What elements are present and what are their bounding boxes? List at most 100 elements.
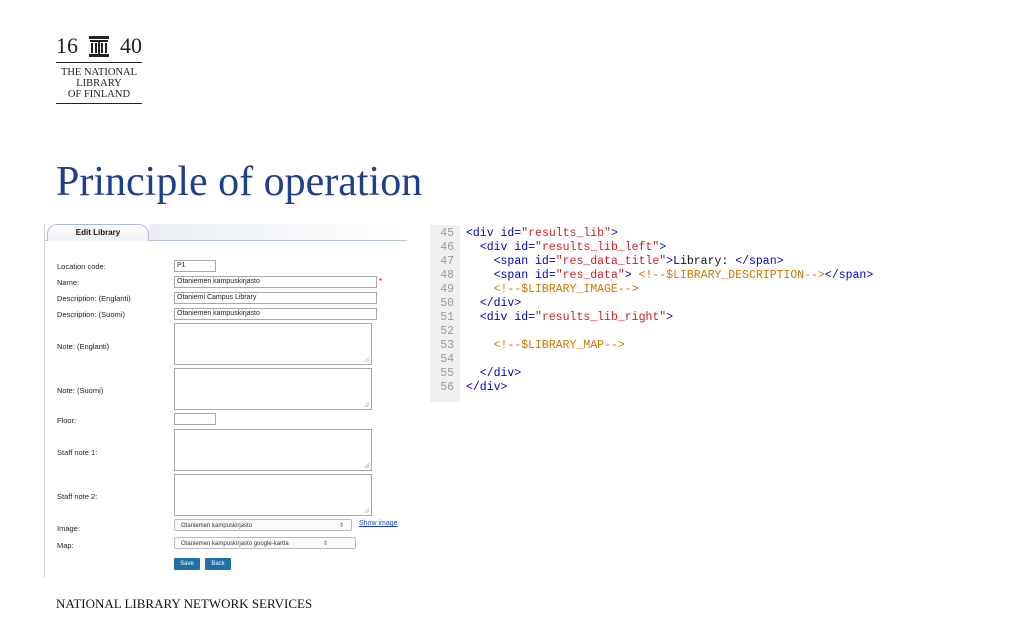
code-token: <div xyxy=(479,241,515,254)
note-en-label: Note: (Englanti) xyxy=(57,342,110,351)
line-number: 52 xyxy=(440,325,454,338)
code-token: <!--$LIBRARY_MAP--> xyxy=(493,339,625,352)
code-token: > xyxy=(666,311,674,324)
line-number: 45 xyxy=(440,227,454,240)
logo-line-3: OF FINLAND xyxy=(67,89,131,100)
code-token: </div> xyxy=(466,381,508,394)
code-line: 52 xyxy=(430,326,466,338)
code-line: 53 <!--$LIBRARY_MAP--> xyxy=(430,340,625,352)
code-token: id= xyxy=(535,269,556,282)
save-button[interactable]: Save xyxy=(174,558,200,570)
code-token: id= xyxy=(514,241,536,254)
line-number: 54 xyxy=(440,353,454,366)
line-number: 46 xyxy=(440,241,454,254)
logo-year-left: 16 xyxy=(56,33,78,58)
code-token: "res_data_title" xyxy=(555,255,667,268)
dropdown-arrow-icon: ⇕ xyxy=(339,523,345,529)
line-number: 48 xyxy=(440,269,454,282)
staff-note-2-label: Staff note 2: xyxy=(57,492,98,501)
required-mark: * xyxy=(379,277,383,286)
code-token: <span xyxy=(493,269,536,282)
code-line: 54 xyxy=(430,354,466,366)
line-number: 51 xyxy=(440,311,454,324)
line-number: 53 xyxy=(440,339,454,352)
code-token: <div xyxy=(466,227,501,240)
description-en-label: Description: (Englanti) xyxy=(57,294,131,303)
location-code-label: Location code: xyxy=(57,262,106,271)
show-image-link[interactable]: Show image xyxy=(359,520,398,527)
code-token: > xyxy=(659,241,667,254)
resize-grip-icon[interactable] xyxy=(363,462,369,468)
national-library-logo: 16 40 THE NATIONAL LIBRARY OF FINLAND xyxy=(56,30,142,104)
code-token: </div> xyxy=(479,367,522,380)
logo-text: THE NATIONAL LIBRARY OF FINLAND xyxy=(56,63,142,104)
note-fi-textarea[interactable] xyxy=(174,368,372,410)
note-fi-label: Note: (Suomi) xyxy=(57,386,104,395)
code-line: 47 <span id="res_data_title">Library: </… xyxy=(430,255,783,268)
name-input[interactable]: Otaniemen kampuskirjasto xyxy=(174,276,377,288)
tab-strip-fade xyxy=(149,224,407,240)
image-select-value: Otaniemen kampuskirjasto xyxy=(181,523,253,529)
description-fi-label: Description: (Suomi) xyxy=(57,310,125,319)
description-fi-input[interactable]: Otaniemen kampuskirjasto xyxy=(174,308,377,320)
name-label: Name: xyxy=(57,278,80,287)
slide-footer: NATIONAL LIBRARY NETWORK SERVICES xyxy=(56,596,313,611)
code-token: id= xyxy=(514,311,536,324)
code-line: 45 <div id="results_lib"> xyxy=(430,228,618,240)
code-token: </div> xyxy=(479,297,522,310)
resize-grip-icon[interactable] xyxy=(363,507,369,513)
code-token: </span> xyxy=(824,269,874,282)
resize-grip-icon[interactable] xyxy=(363,356,369,362)
staff-note-1-textarea[interactable] xyxy=(174,429,372,471)
code-line: 50 </div> xyxy=(430,298,521,310)
map-select-value: Otaniemen kampuskirjasto google-kartta xyxy=(181,541,289,547)
map-select[interactable]: Otaniemen kampuskirjasto google-kartta ⇕ xyxy=(174,537,356,549)
line-number: 55 xyxy=(440,367,454,380)
code-token: > xyxy=(610,227,618,240)
logo-year-right: 40 xyxy=(120,33,142,58)
code-token: <span xyxy=(493,255,536,268)
staff-note-2-textarea[interactable] xyxy=(174,474,372,516)
tab-strip: Edit Library xyxy=(45,224,407,241)
line-number: 49 xyxy=(440,283,454,296)
code-token: "results_lib" xyxy=(521,227,611,240)
code-token: id= xyxy=(535,255,556,268)
note-en-textarea[interactable] xyxy=(174,323,372,365)
code-line: 55 </div> xyxy=(430,368,521,380)
code-token: > xyxy=(624,269,639,282)
floor-input[interactable] xyxy=(174,413,216,425)
code-token: id= xyxy=(500,227,522,240)
code-line: 51 <div id="results_lib_right"> xyxy=(430,312,673,324)
code-line: 49 <!--$LIBRARY_IMAGE--> xyxy=(430,283,638,296)
back-button[interactable]: Back xyxy=(205,558,231,570)
image-label: Image: xyxy=(57,524,80,533)
code-token: "res_data" xyxy=(555,269,625,282)
logo-line-2: LIBRARY xyxy=(76,78,122,89)
location-code-input[interactable]: P1 xyxy=(174,260,216,272)
code-line: 46 <div id="results_lib_left"> xyxy=(430,242,666,254)
resize-grip-icon[interactable] xyxy=(363,401,369,407)
library-emblem-icon xyxy=(89,36,109,57)
line-number: 56 xyxy=(440,381,454,394)
staff-note-1-label: Staff note 1: xyxy=(57,448,98,457)
line-number: 47 xyxy=(440,255,454,268)
code-token: "results_lib_right" xyxy=(535,311,667,324)
image-select[interactable]: Otaniemen kampuskirjasto ⇕ xyxy=(174,519,352,531)
line-number: 50 xyxy=(440,297,454,310)
code-token: Library: xyxy=(673,255,736,268)
tab-edit-library[interactable]: Edit Library xyxy=(47,224,149,241)
description-en-input[interactable]: Otaniemi Campus Library xyxy=(174,292,377,304)
code-token: <!--$LIBRARY_DESCRIPTION--> xyxy=(638,269,825,282)
code-token: <div xyxy=(479,311,515,324)
map-label: Map: xyxy=(57,541,74,550)
floor-label: Floor: xyxy=(57,416,77,425)
dropdown-arrow-icon: ⇕ xyxy=(323,541,329,547)
edit-library-form: Edit Library Location code: P1 Name: Ota… xyxy=(44,224,407,578)
